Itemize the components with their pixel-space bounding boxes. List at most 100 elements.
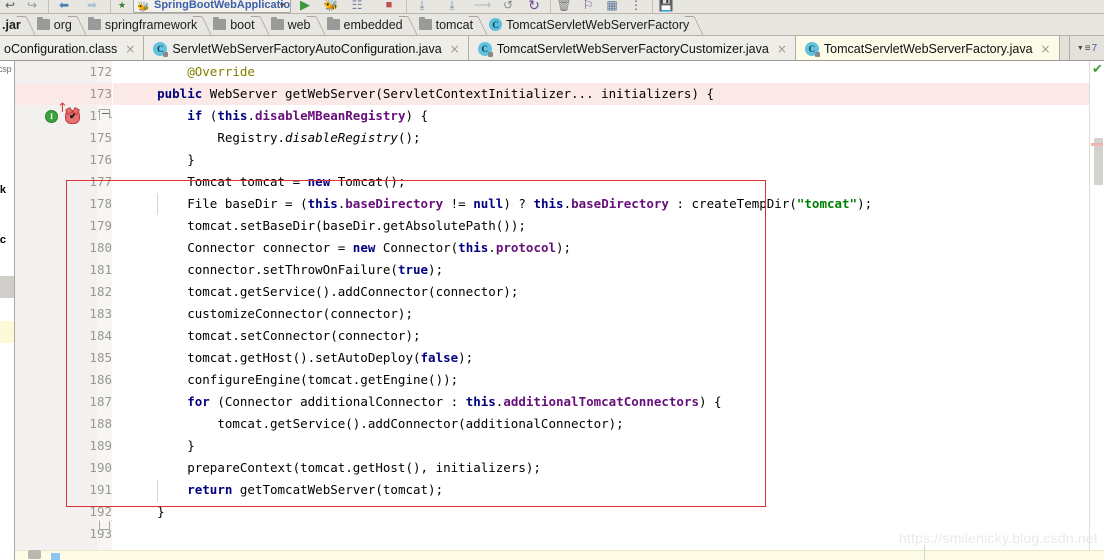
gutter-line[interactable]: 190 [15, 457, 112, 479]
step-into-icon[interactable]: ⤓ [444, 0, 460, 13]
stripe-button-csp[interactable]: csp [0, 64, 12, 74]
close-icon[interactable]: × [450, 42, 460, 56]
code-line[interactable]: tomcat.getService().addConnector(additio… [113, 413, 1089, 435]
breakpoint-icon[interactable]: ✔ [65, 110, 80, 124]
code-line[interactable]: File baseDir = (this.baseDirectory != nu… [113, 193, 1089, 215]
resume-icon[interactable]: ↻ [526, 0, 542, 13]
back-icon[interactable]: ⬅ [56, 0, 72, 13]
code-token: Tomcat tomcat = [187, 174, 308, 189]
gutter-line[interactable]: 189 [15, 435, 112, 457]
undo-icon[interactable]: ↩ [2, 0, 18, 13]
step-out-icon[interactable]: ⟶ [474, 0, 491, 13]
flag-icon[interactable]: ⚐ [580, 0, 596, 13]
code-line[interactable]: prepareContext(tomcat.getHost(), initial… [113, 457, 1089, 479]
close-icon[interactable]: × [1041, 42, 1051, 56]
gutter-line[interactable]: 193 [15, 523, 112, 545]
stripe-button-ac[interactable]: ac [0, 234, 6, 246]
gutter-line[interactable]: 185 [15, 347, 112, 369]
gutter-line[interactable]: 186 [15, 369, 112, 391]
breadcrumb-item-embedded[interactable]: embedded [320, 14, 412, 35]
code-line[interactable]: Connector connector = new Connector(this… [113, 237, 1089, 259]
gutter-line[interactable]: 179 [15, 215, 112, 237]
stripe-button-ck[interactable]: ck [0, 184, 6, 196]
code-line[interactable]: return getTomcatWebServer(tomcat); [113, 479, 1089, 501]
more-icon[interactable]: ⋮ [628, 0, 644, 13]
run-icon[interactable]: ▶ [297, 0, 313, 13]
bottom-tool-icon[interactable] [28, 550, 41, 559]
breadcrumb: .jar org springframework boot web embedd… [0, 14, 1104, 36]
code-line[interactable]: Tomcat tomcat = new Tomcat(); [113, 171, 1089, 193]
gutter-line[interactable]: 184 [15, 325, 112, 347]
code-line[interactable]: } [113, 149, 1089, 171]
code-line[interactable]: } [113, 435, 1089, 457]
trash-icon[interactable]: 🗑 [556, 0, 572, 13]
bookmark-icon[interactable]: ★ [114, 0, 130, 13]
mute-icon[interactable]: ↺ [500, 0, 516, 13]
redo-icon[interactable]: ↪ [24, 0, 40, 13]
code-line[interactable]: tomcat.getService().addConnector(connect… [113, 281, 1089, 303]
gutter-line[interactable]: 180 [15, 237, 112, 259]
gutter-line[interactable]: 172 [15, 61, 112, 83]
inspection-ok-icon[interactable]: ✔ [1092, 62, 1103, 77]
code-token: : createTempDir( [668, 196, 797, 211]
fold-end-icon[interactable] [99, 521, 110, 530]
breadcrumb-item-web[interactable]: web [264, 14, 320, 35]
gutter-line[interactable]: 192 [15, 501, 112, 523]
left-tool-window-stripe: csp ck ac [0, 61, 15, 560]
breadcrumb-item-springframework[interactable]: springframework [81, 14, 206, 35]
code-line[interactable]: tomcat.getHost().setAutoDeploy(false); [113, 347, 1089, 369]
grid-icon[interactable]: ▦ [604, 0, 620, 13]
code-line[interactable]: if (this.disableMBeanRegistry) { [113, 105, 1089, 127]
tab-label: ServletWebServerFactoryAutoConfiguration… [172, 41, 442, 56]
scrollbar-error-marker[interactable] [1091, 143, 1103, 146]
debug-icon[interactable]: 🐝 [323, 0, 339, 13]
tab-ServletWebServerFactoryAutoConfiguration-java[interactable]: C ServletWebServerFactoryAutoConfigurati… [144, 36, 469, 60]
gutter-line[interactable]: 183 [15, 303, 112, 325]
code-line[interactable]: Registry.disableRegistry(); [113, 127, 1089, 149]
tab-TomcatServletWebServerFactoryCustomizer-java[interactable]: C TomcatServletWebServerFactoryCustomize… [468, 36, 796, 60]
close-icon[interactable]: × [125, 42, 135, 56]
gutter-line[interactable]: 178 [15, 193, 112, 215]
coverage-icon[interactable]: ☷ [349, 0, 365, 13]
code-line[interactable]: customizeConnector(connector); [113, 303, 1089, 325]
breadcrumb-label: tomcat [435, 17, 474, 32]
breadcrumb-item-class[interactable]: C TomcatServletWebServerFactory [482, 14, 698, 35]
code-line[interactable]: tomcat.setBaseDir(baseDir.getAbsolutePat… [113, 215, 1089, 237]
code-line[interactable]: configureEngine(tomcat.getEngine()); [113, 369, 1089, 391]
editor-right-gutter[interactable] [1089, 61, 1104, 560]
code-line[interactable]: @Override [113, 61, 1089, 83]
gutter-line[interactable]: 187 [15, 391, 112, 413]
tab-TomcatServletWebServerFactory-java[interactable]: C TomcatServletWebServerFactory.java × [795, 36, 1060, 60]
run-configuration-selector[interactable]: 🐝 SpringBootWebApplication ▼ [133, 0, 291, 13]
breadcrumb-item-boot[interactable]: boot [206, 14, 263, 35]
gutter-line[interactable]: 188 [15, 413, 112, 435]
forward-icon[interactable]: ➡ [84, 0, 100, 13]
gutter-line[interactable]: 181 [15, 259, 112, 281]
gutter-line[interactable]: 177 [15, 171, 112, 193]
code-editor[interactable]: 1721731741751761771781791801811821831841… [15, 61, 1089, 560]
gutter-line[interactable]: 175 [15, 127, 112, 149]
indent-guide [157, 480, 158, 502]
breadcrumb-item-org[interactable]: org [30, 14, 81, 35]
run-config-icon: 🐝 [137, 2, 150, 13]
save-icon[interactable]: 💾 [658, 0, 674, 13]
tab-oConfiguration-class[interactable]: oConfiguration.class × [0, 36, 145, 60]
breadcrumb-item-tomcat[interactable]: tomcat [412, 14, 483, 35]
step-over-icon[interactable]: ⤓ [414, 0, 430, 13]
code-rows[interactable]: @Override public WebServer getWebServer(… [113, 61, 1089, 560]
code-line[interactable]: for (Connector additionalConnector : thi… [113, 391, 1089, 413]
gutter-line[interactable]: 191 [15, 479, 112, 501]
fold-collapse-icon[interactable] [99, 109, 110, 118]
close-icon[interactable]: × [777, 42, 787, 56]
gutter-line[interactable]: 176 [15, 149, 112, 171]
code-line[interactable]: connector.setThrowOnFailure(true); [113, 259, 1089, 281]
breadcrumb-item-jar[interactable]: .jar [0, 14, 30, 35]
folder-icon [270, 17, 284, 30]
tab-overflow-control[interactable]: ▼ ≡ 7 [1069, 36, 1104, 61]
code-line[interactable]: tomcat.setConnector(connector); [113, 325, 1089, 347]
stop-icon[interactable]: ■ [381, 0, 397, 13]
code-line[interactable]: public WebServer getWebServer(ServletCon… [113, 83, 1089, 105]
gutter-line[interactable]: 182 [15, 281, 112, 303]
code-line[interactable]: } [113, 501, 1089, 523]
